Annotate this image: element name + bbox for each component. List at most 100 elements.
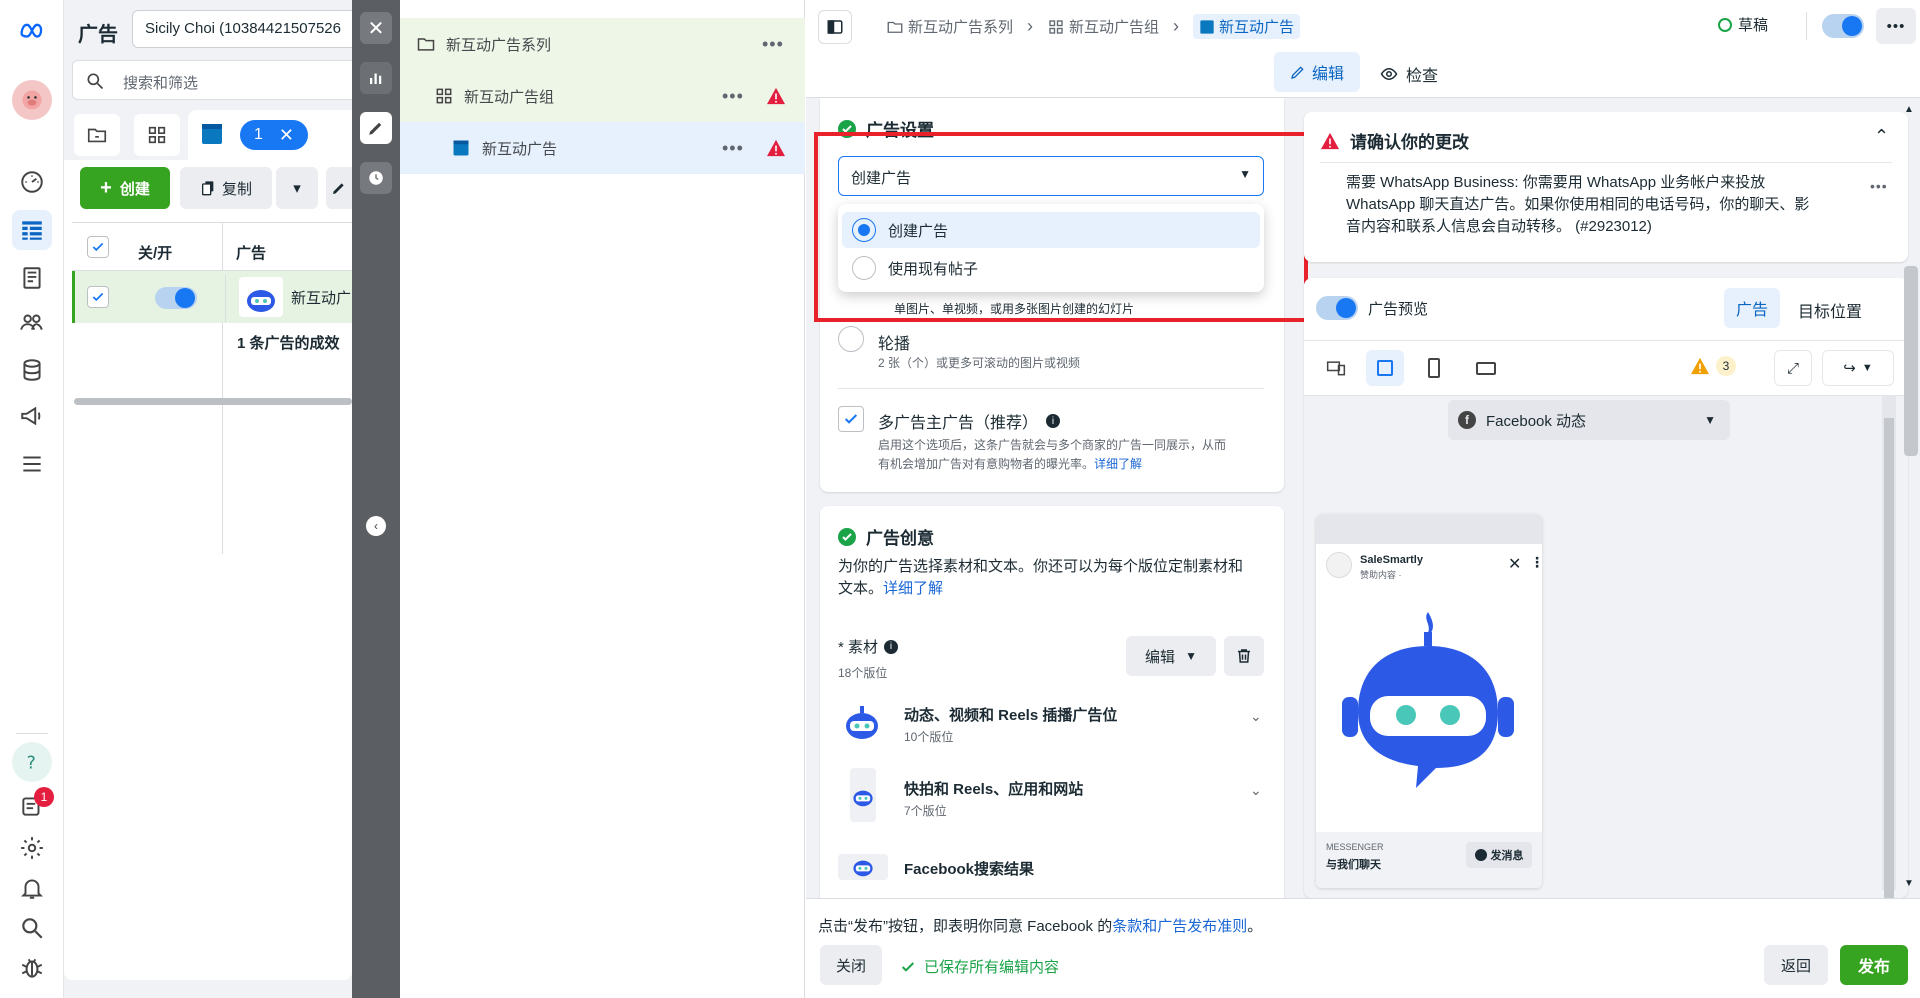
placement-selector[interactable]: f Facebook 动态 ▼ — [1448, 400, 1730, 440]
campaign-more-icon[interactable]: ••• — [762, 34, 784, 55]
account-selector[interactable]: Sicily Choi (10384421507526 — [132, 10, 362, 48]
clear-selection-icon[interactable]: ✕ — [279, 125, 294, 146]
placement-feeds[interactable]: 动态、视频和 Reels 插播广告位 10个版位 ⌄ — [838, 694, 1268, 754]
eye-icon — [1380, 67, 1398, 81]
col-toggle-header[interactable]: 关/开 — [138, 242, 172, 263]
ad-icon — [202, 124, 222, 144]
editor-footer: 点击“发布”按钮，即表明你同意 Facebook 的条款和广告发布准则。 关闭 … — [806, 898, 1920, 998]
row-ad-name[interactable]: 新互动广 — [291, 287, 351, 308]
warning-more-icon[interactable]: ••• — [1870, 178, 1888, 194]
folder-icon — [887, 21, 903, 33]
edit-pencil-icon[interactable] — [360, 112, 392, 144]
grid-icon — [436, 88, 452, 104]
preview-toggle[interactable] — [1316, 296, 1358, 320]
tab-review[interactable]: 检查 — [1380, 62, 1438, 86]
multi-advertiser-checkbox[interactable] — [838, 406, 864, 432]
sidebar-toggle-icon[interactable] — [818, 10, 852, 44]
settings-icon[interactable] — [12, 828, 52, 868]
megaphone-icon[interactable] — [12, 396, 52, 436]
search-icon[interactable] — [12, 908, 52, 948]
chevron-right-icon: › — [1173, 16, 1180, 36]
media-label: * 素材 i — [838, 636, 899, 657]
square-format-icon[interactable] — [1366, 350, 1404, 386]
copy-dropdown[interactable]: ▾ — [276, 167, 318, 209]
multi-advertiser-desc: 启用这个选项后，这条广告就会与多个商家的广告一同展示，从而 有机会增加广告对有意… — [878, 438, 1227, 471]
row-toggle[interactable] — [155, 287, 197, 309]
adsets-tab[interactable] — [134, 114, 180, 156]
expand-icon[interactable]: ⤢ — [1774, 350, 1812, 386]
publish-toggle[interactable] — [1822, 14, 1864, 38]
meta-logo[interactable] — [12, 10, 52, 50]
menu-icon[interactable] — [12, 444, 52, 484]
carousel-label[interactable]: 轮播 — [878, 330, 910, 354]
ads-manager-panel: 广告 Sicily Choi (10384421507526 搜索和筛选 1 ✕… — [64, 0, 384, 998]
back-button[interactable]: 返回 — [1764, 945, 1828, 985]
send-message-button[interactable]: 发消息 — [1466, 842, 1532, 868]
editor-scrollbar[interactable]: ▲ ▼ — [1900, 100, 1920, 900]
carousel-radio[interactable] — [838, 326, 864, 352]
tree-ad[interactable]: 新互动广告 ••• — [400, 122, 805, 174]
ad-preview-mock: SaleSmartly 赞助内容 · ✕ ⋮ MESSENGER 与我们聊天 发… — [1316, 514, 1542, 888]
tree-adset[interactable]: 新互动广告组 ••• — [400, 70, 805, 122]
collapse-chevron-icon[interactable]: ⌃ — [1874, 126, 1889, 147]
help-icon[interactable]: ? — [12, 742, 52, 782]
tab-ad-preview[interactable]: 广告 — [1724, 288, 1780, 328]
more-options-icon[interactable]: ••• — [1876, 8, 1916, 44]
charts-icon[interactable] — [360, 62, 392, 94]
search-box[interactable]: 搜索和筛选 — [72, 60, 362, 100]
ad-more-icon[interactable]: ••• — [722, 138, 744, 159]
close-button[interactable]: 关闭 — [820, 945, 882, 985]
table-icon[interactable] — [12, 210, 52, 250]
draft-status-icon — [1718, 17, 1732, 32]
history-icon[interactable] — [360, 162, 392, 194]
publish-button[interactable]: 发布 — [1840, 945, 1908, 985]
campaigns-tab[interactable] — [74, 114, 120, 156]
billing-icon[interactable] — [12, 350, 52, 390]
grid-icon — [1049, 19, 1063, 34]
edit-button[interactable] — [326, 167, 352, 209]
pages-icon[interactable] — [12, 258, 52, 298]
more-vertical-icon[interactable]: ⋮ — [1530, 554, 1542, 571]
close-editor-button[interactable]: ✕ — [360, 12, 392, 44]
ad-editor: 新互动广告系列 › 新互动广告组 › 新互动广告 草稿 ••• 编辑 检查 广告… — [806, 0, 1920, 998]
create-button[interactable]: + 创建 — [80, 167, 170, 209]
preview-scrollbar[interactable] — [1882, 396, 1896, 898]
dashboard-icon[interactable] — [12, 162, 52, 202]
collapse-icon[interactable]: ‹ — [366, 516, 386, 536]
placement-search[interactable]: Facebook搜索结果 — [838, 842, 1268, 902]
select-all-checkbox[interactable] — [87, 236, 109, 258]
tree-campaign[interactable]: 新互动广告系列 ••• — [400, 18, 805, 70]
preview-warnings[interactable]: 3 — [1690, 356, 1736, 376]
left-rail: ? 1 — [0, 0, 64, 998]
delete-icon[interactable] — [1224, 636, 1264, 676]
learn-more-link[interactable]: 详细了解 — [883, 580, 943, 597]
copy-button[interactable]: 复制 — [180, 167, 272, 209]
horizontal-scrollbar[interactable] — [74, 398, 352, 405]
crumb-ad[interactable]: 新互动广告 — [1219, 16, 1294, 37]
horizontal-format-icon[interactable] — [1476, 362, 1496, 375]
col-ad-header[interactable]: 广告 — [236, 242, 266, 263]
bug-icon[interactable] — [12, 948, 52, 988]
page-title: 广告 — [78, 24, 118, 46]
placement-stories[interactable]: 快拍和 Reels、应用和网站 7个版位 ⌄ — [838, 768, 1268, 828]
vertical-format-icon[interactable] — [1428, 358, 1440, 378]
row-checkbox[interactable] — [87, 286, 109, 308]
chevron-down-icon: ⌄ — [1250, 708, 1262, 724]
media-edit-button[interactable]: 编辑 ▼ — [1126, 636, 1216, 676]
bell-icon[interactable] — [12, 868, 52, 908]
tab-edit[interactable]: 编辑 — [1274, 52, 1360, 92]
audience-icon[interactable] — [12, 302, 52, 342]
share-icon[interactable]: ↪ ▼ — [1822, 350, 1894, 386]
close-icon[interactable]: ✕ — [1508, 554, 1521, 574]
crumb-adset[interactable]: 新互动广告组 — [1069, 16, 1159, 37]
adset-more-icon[interactable]: ••• — [722, 86, 744, 107]
selected-count-chip[interactable]: 1 ✕ — [240, 120, 308, 150]
learn-more-link[interactable]: 详细了解 — [1094, 457, 1142, 471]
table-row[interactable]: 新互动广 — [72, 271, 352, 323]
devices-icon[interactable] — [1326, 358, 1346, 378]
crumb-campaign[interactable]: 新互动广告系列 — [908, 16, 1013, 37]
multi-advertiser-label[interactable]: 多广告主广告（推荐） i — [878, 409, 1061, 433]
avatar[interactable] — [12, 80, 52, 120]
terms-link[interactable]: 条款和广告发布准则 — [1112, 918, 1247, 935]
tab-target-location[interactable]: 目标位置 — [1798, 298, 1862, 322]
